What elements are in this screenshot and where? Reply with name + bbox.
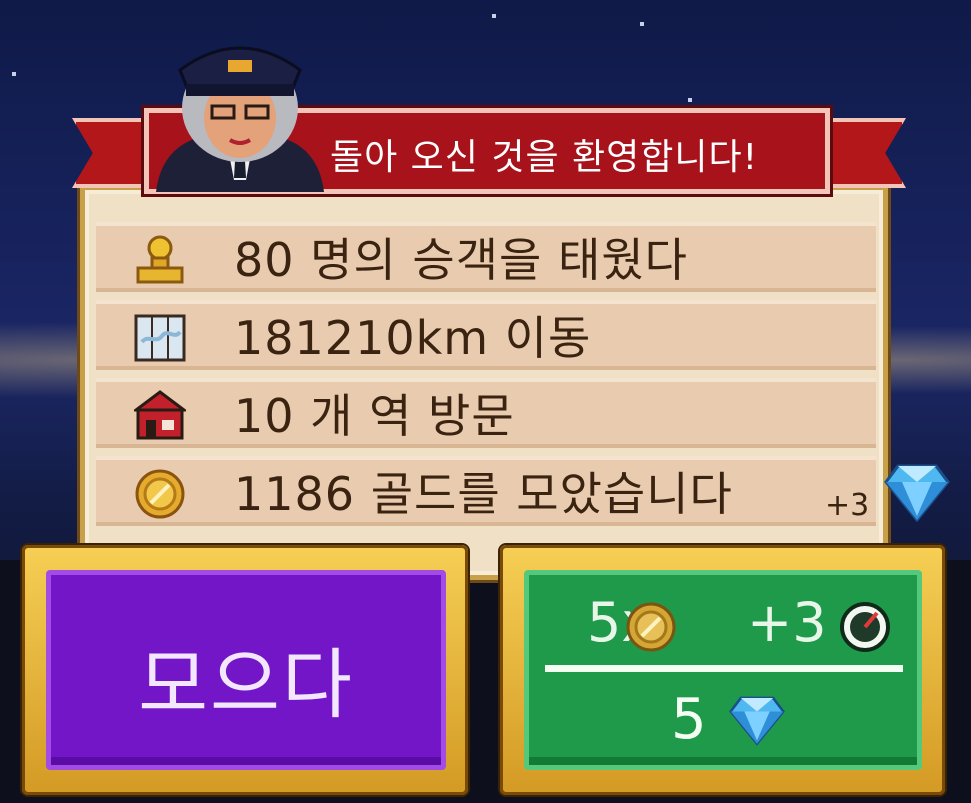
gold-coin-icon <box>626 602 676 652</box>
passenger-icon <box>136 235 184 284</box>
star <box>688 98 692 102</box>
diamond-icon <box>884 464 950 522</box>
stat-row-stations: 10 개 역 방문 <box>96 378 876 448</box>
conductor-avatar <box>156 46 324 192</box>
banner-ribbon-left <box>72 118 152 188</box>
distance-stat-text: 181210km 이동 <box>234 311 592 365</box>
diamond-icon <box>729 696 785 746</box>
star <box>492 14 496 18</box>
passengers-stat-text: 80 명의 승객을 태웠다 <box>234 233 688 287</box>
boost-cost: 5 <box>671 687 707 752</box>
collect-button[interactable]: 모으다 <box>46 570 446 770</box>
collect-button-label: 모으다 <box>138 640 354 729</box>
boost-collect-button[interactable]: 5x +3 5 <box>524 570 922 770</box>
map-icon <box>134 314 186 362</box>
stats-list: 80 명의 승객을 태웠다 181210km 이동 10 개 역 방문 1186… <box>96 222 876 534</box>
stat-row-passengers: 80 명의 승객을 태웠다 <box>96 222 876 292</box>
star <box>640 22 644 26</box>
speed-gauge-icon <box>840 602 890 652</box>
boost-bonus: +3 <box>747 591 827 654</box>
gold-coin-icon <box>135 469 185 519</box>
star <box>12 72 16 76</box>
stat-row-gold: 1186 골드를 모았습니다 <box>96 456 876 526</box>
gold-stat-text: 1186 골드를 모았습니다 <box>234 467 733 521</box>
gem-bonus-text: +3 <box>825 488 870 523</box>
station-icon <box>134 390 186 440</box>
banner-title: 돌아 오신 것을 환영합니다! <box>330 137 759 178</box>
stat-row-distance: 181210km 이동 <box>96 300 876 370</box>
boost-divider <box>545 665 903 672</box>
stations-stat-text: 10 개 역 방문 <box>234 389 515 443</box>
banner-ribbon-right <box>826 118 906 188</box>
